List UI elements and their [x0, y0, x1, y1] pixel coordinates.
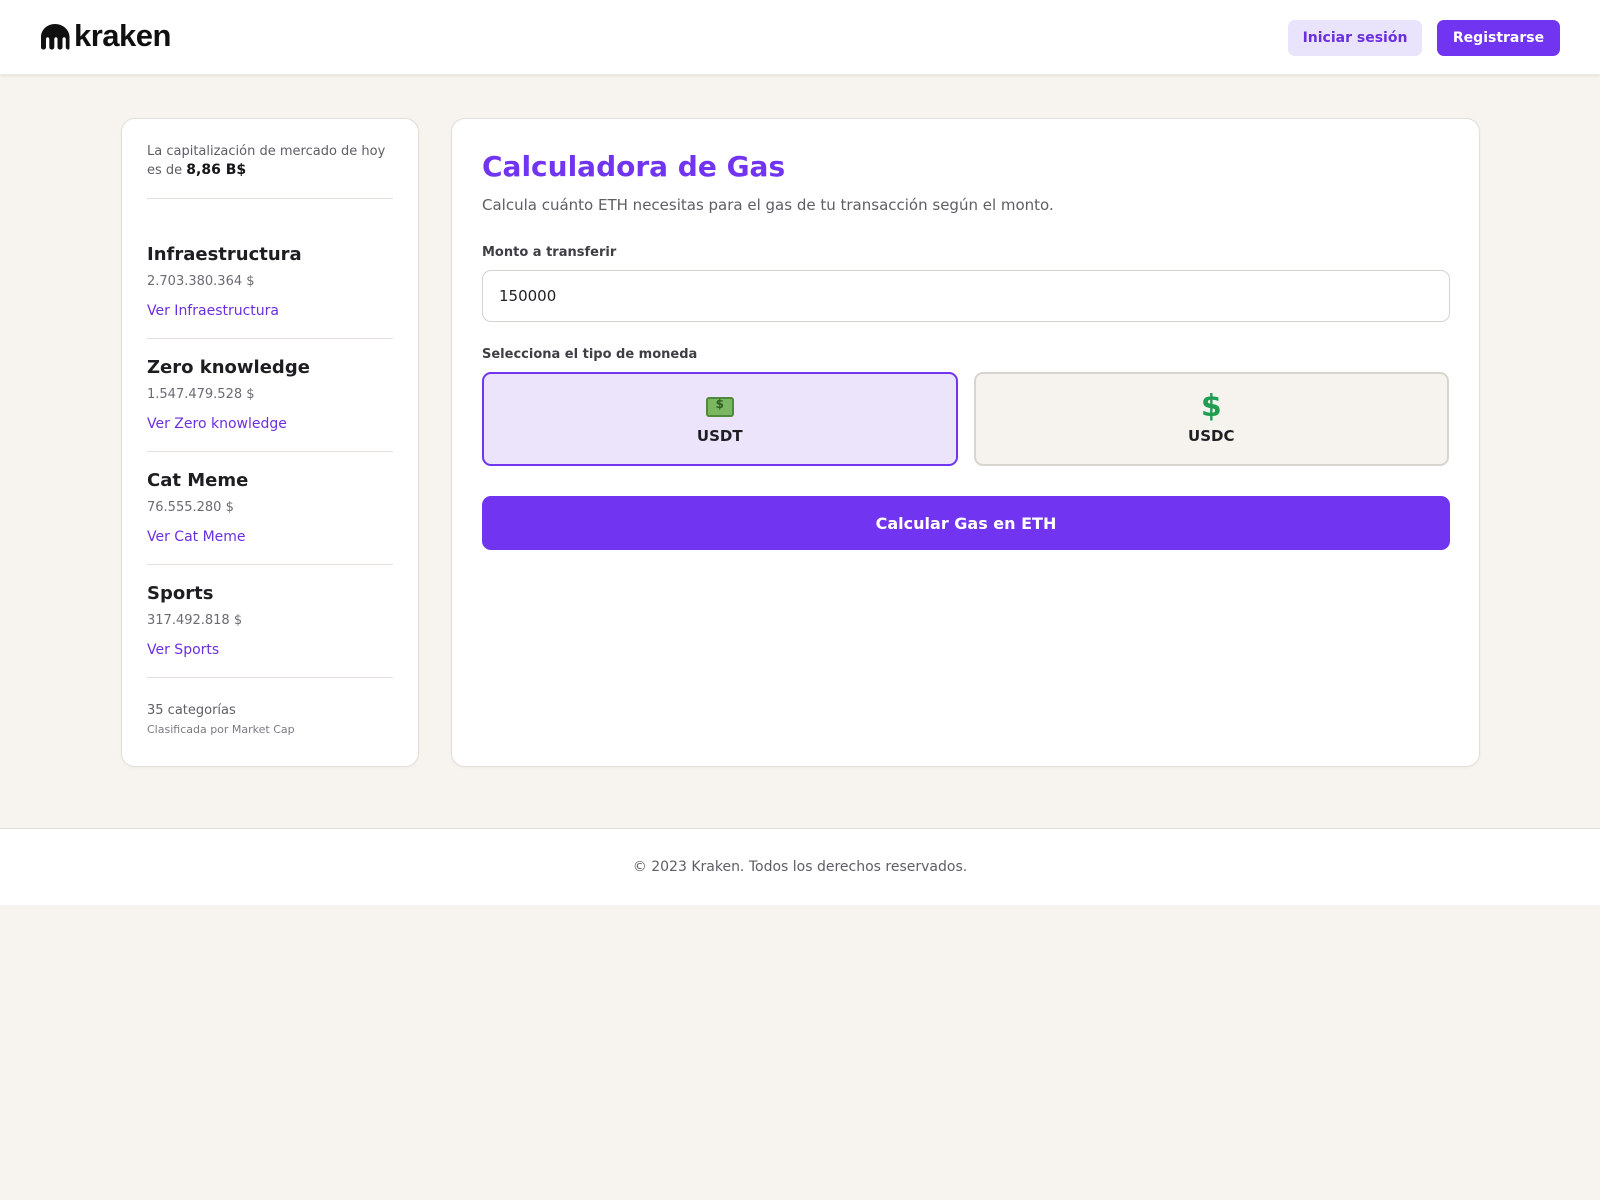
- copyright-text: © 2023 Kraken. Todos los derechos reserv…: [632, 859, 968, 875]
- currency-option-label: USDC: [1188, 427, 1235, 445]
- kraken-logo[interactable]: kraken: [40, 18, 171, 54]
- category-market-cap: 317.492.818 $: [147, 613, 243, 628]
- category-name: Cat Meme: [147, 470, 249, 491]
- currency-option-label: USDT: [696, 427, 743, 445]
- category-market-cap: 1.547.479.528 $: [147, 387, 255, 402]
- category-name: Infraestructura: [147, 244, 302, 265]
- category-link[interactable]: Ver Zero knowledge: [147, 415, 287, 433]
- categories-sort-note: Clasificada por Market Cap: [147, 723, 295, 736]
- category-item: Infraestructura 2.703.380.364 $ Ver Infr…: [147, 243, 393, 339]
- market-cap-text: La capitalización de mercado de hoy es d…: [147, 144, 386, 178]
- categories-sidebar: La capitalización de mercado de hoy es d…: [121, 118, 419, 767]
- category-item: Sports 317.492.818 $ Ver Sports: [147, 565, 393, 678]
- category-link[interactable]: Ver Infraestructura: [147, 302, 279, 320]
- categories-count: 35 categorías: [147, 703, 236, 718]
- currency-option-usdt[interactable]: USDT: [482, 372, 958, 466]
- kraken-icon: [41, 24, 70, 50]
- currency-label: Selecciona el tipo de moneda: [482, 347, 698, 362]
- login-button[interactable]: Iniciar sesión: [1288, 20, 1422, 56]
- top-navigation-bar: kraken Iniciar sesión Registrarse: [0, 0, 1600, 75]
- amount-label: Monto a transferir: [482, 245, 617, 260]
- calculate-gas-button[interactable]: Calcular Gas en ETH: [482, 496, 1450, 550]
- dollar-sign-icon: $: [1200, 389, 1222, 424]
- category-item: Zero knowledge 1.547.479.528 $ Ver Zero …: [147, 339, 393, 452]
- category-link[interactable]: Ver Sports: [147, 641, 219, 659]
- page-footer: © 2023 Kraken. Todos los derechos reserv…: [0, 828, 1600, 905]
- category-name: Sports: [147, 583, 214, 604]
- category-market-cap: 76.555.280 $: [147, 500, 234, 515]
- category-market-cap: 2.703.380.364 $: [147, 274, 255, 289]
- amount-input[interactable]: [482, 270, 1450, 322]
- category-link[interactable]: Ver Cat Meme: [147, 528, 246, 546]
- register-button[interactable]: Registrarse: [1437, 20, 1560, 56]
- brand-name: kraken: [74, 18, 171, 53]
- category-item: Cat Meme 76.555.280 $ Ver Cat Meme: [147, 452, 393, 565]
- page-title: Calculadora de Gas: [482, 150, 786, 183]
- page-subtitle: Calcula cuánto ETH necesitas para el gas…: [482, 196, 1054, 214]
- category-name: Zero knowledge: [147, 357, 310, 378]
- currency-option-usdc[interactable]: $ USDC: [973, 372, 1449, 466]
- money-bill-icon: [705, 397, 734, 417]
- market-cap-summary: La capitalización de mercado de hoy es d…: [147, 143, 393, 199]
- gas-calculator-card: Calculadora de Gas Calcula cuánto ETH ne…: [451, 118, 1480, 767]
- currency-selector: USDT $ USDC: [482, 372, 1449, 466]
- market-cap-value: 8,86 B$: [186, 162, 247, 178]
